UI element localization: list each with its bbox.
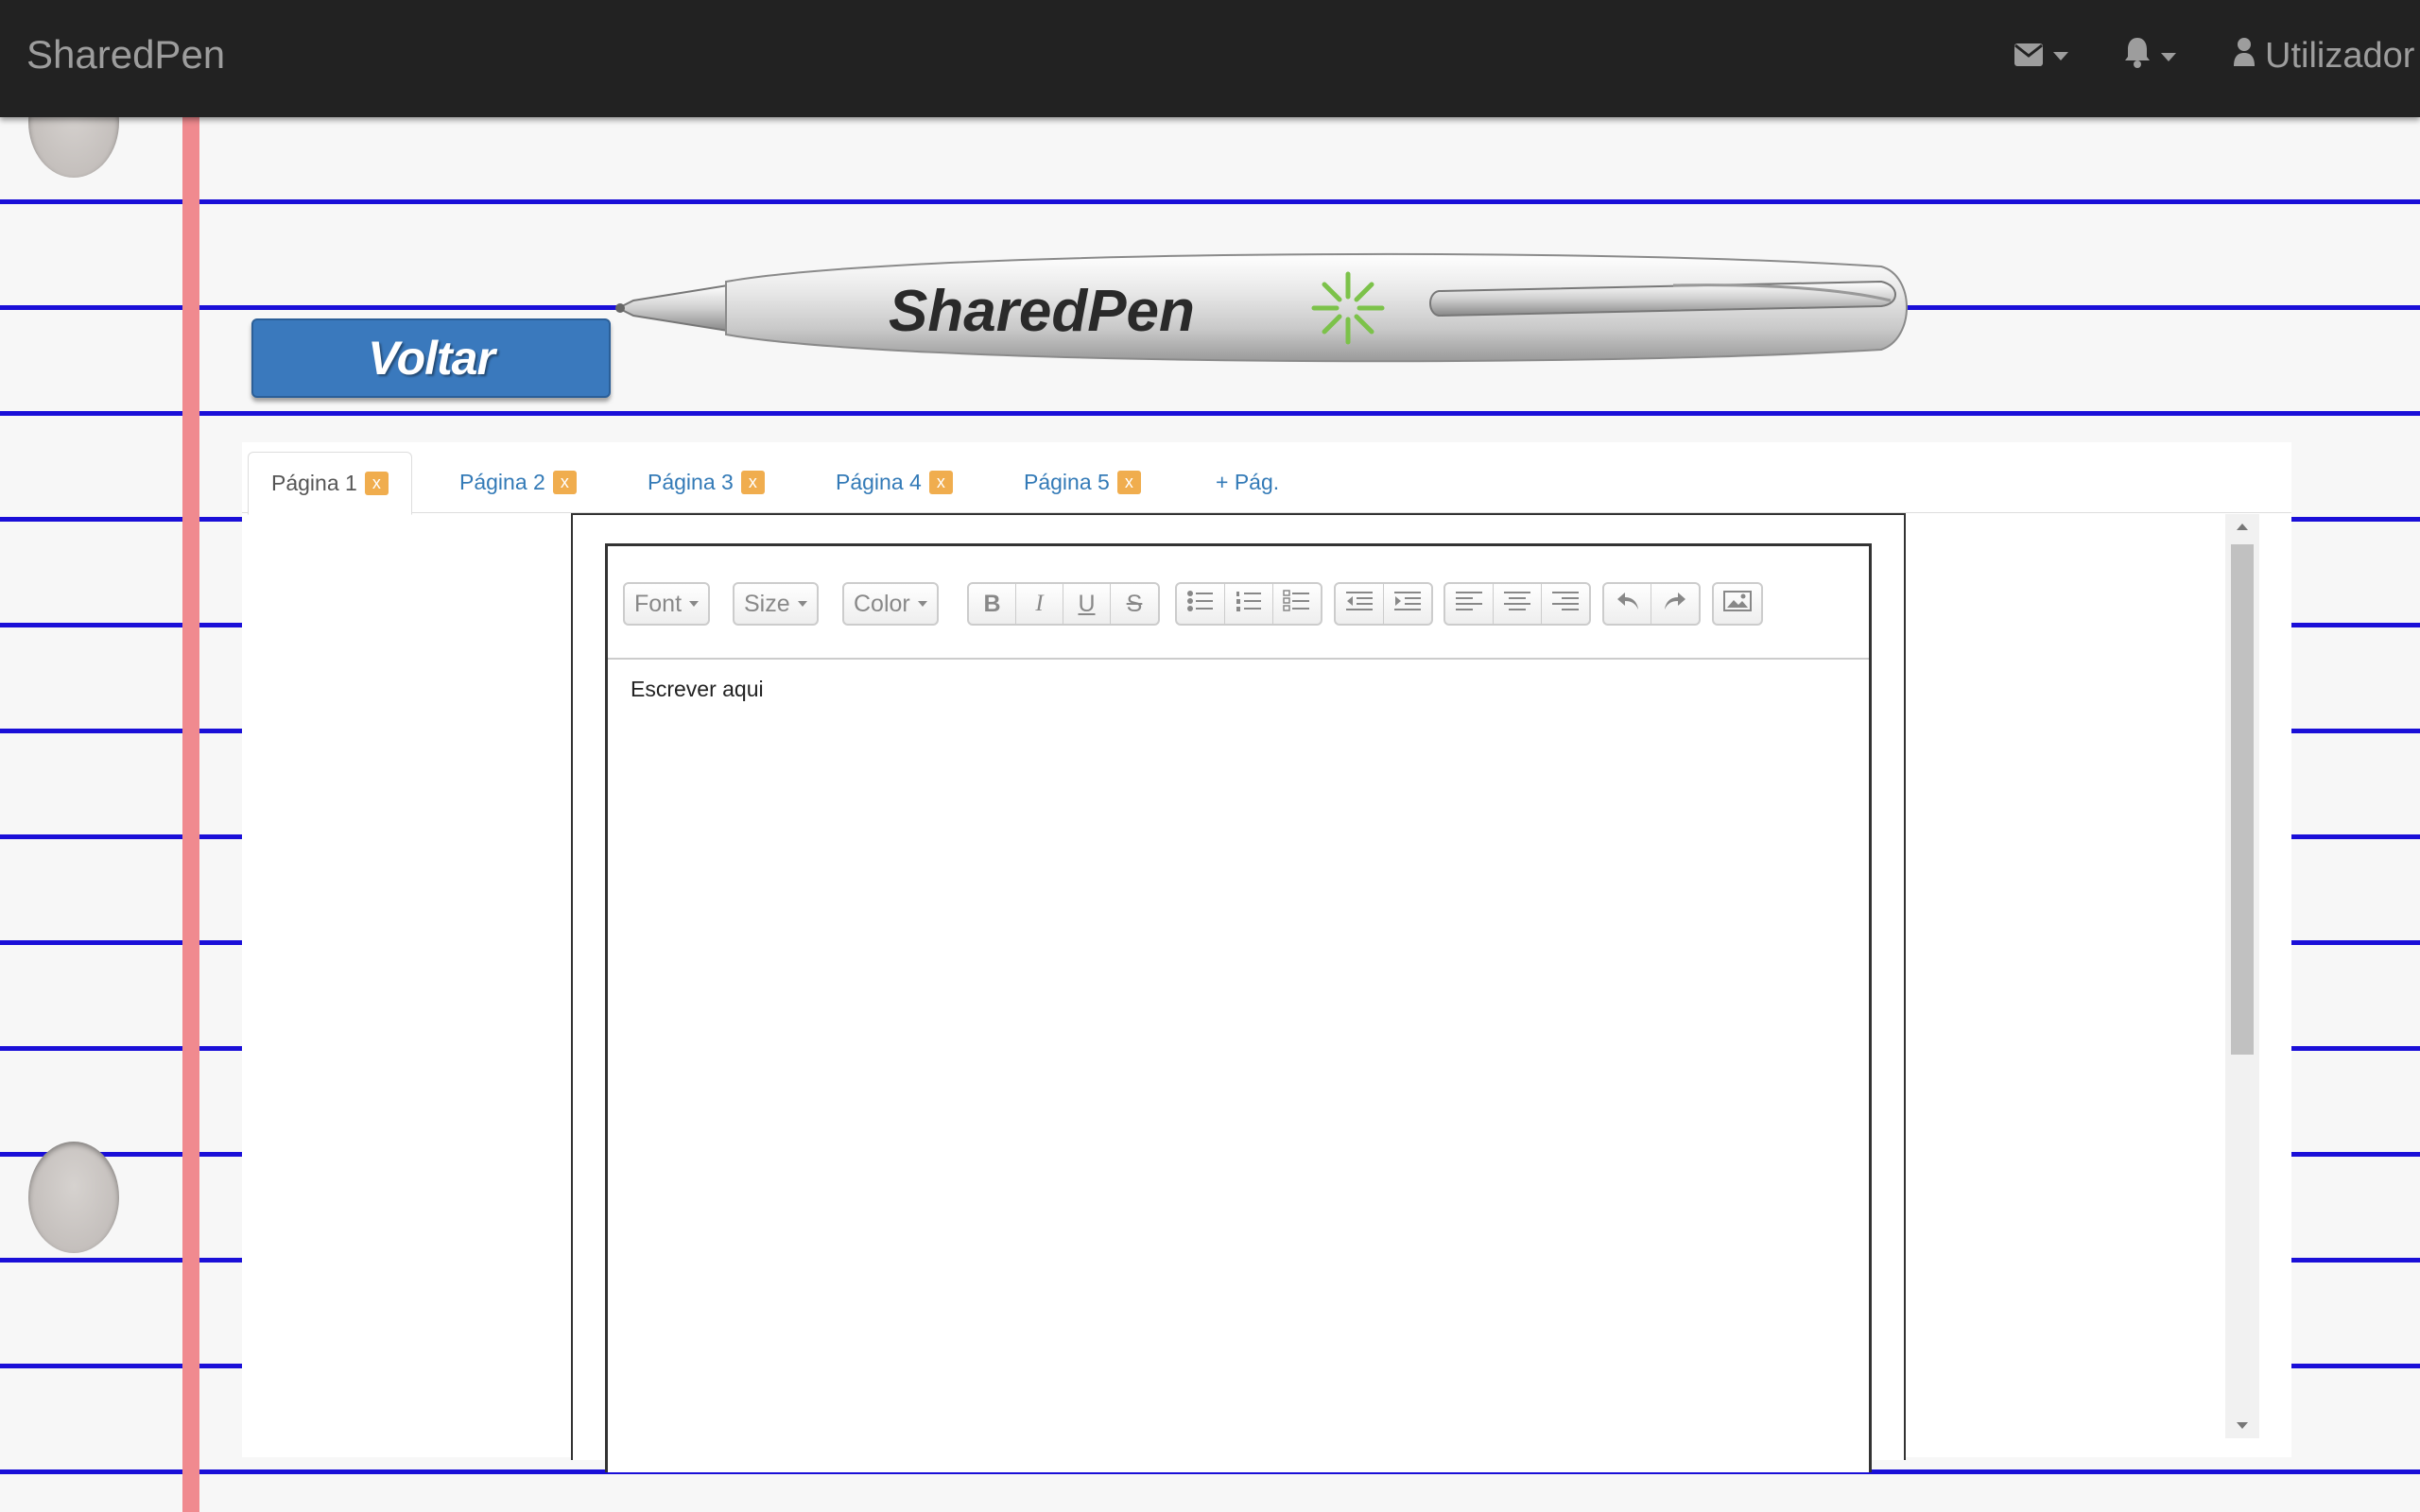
tab-label: Página 5 xyxy=(1024,469,1110,494)
brand-link[interactable]: SharedPen xyxy=(26,32,225,77)
tab-page-4[interactable]: Página 4 x xyxy=(813,452,976,512)
tab-label: Página 4 xyxy=(836,469,922,494)
indent-group xyxy=(1334,582,1433,626)
insert-image-button[interactable] xyxy=(1714,584,1761,624)
messages-dropdown[interactable] xyxy=(2014,36,2068,77)
editor-panel: Página 1 x Página 2 x Página 3 x Página … xyxy=(242,442,2291,1472)
list-group xyxy=(1175,582,1322,626)
logo-text: SharedPen xyxy=(889,279,1195,344)
page-tabs: Página 1 x Página 2 x Página 3 x Página … xyxy=(242,452,2291,515)
user-icon xyxy=(2233,36,2256,77)
chevron-down-icon xyxy=(2161,52,2176,61)
indent-icon xyxy=(1393,590,1422,619)
vertical-scrollbar[interactable] xyxy=(2225,514,2259,1438)
color-label: Color xyxy=(854,590,910,617)
close-tab-button[interactable]: x xyxy=(1116,470,1141,494)
align-left-button[interactable] xyxy=(1445,584,1494,624)
indent-button[interactable] xyxy=(1384,584,1431,624)
size-label: Size xyxy=(744,590,790,617)
align-center-icon xyxy=(1503,590,1531,619)
user-label: Utilizador xyxy=(2265,36,2415,76)
tab-label: Página 2 xyxy=(459,469,545,494)
align-center-button[interactable] xyxy=(1494,584,1542,624)
margin-line xyxy=(182,0,199,1512)
notifications-dropdown[interactable] xyxy=(2123,36,2176,77)
envelope-icon xyxy=(2014,36,2044,77)
bold-button[interactable]: B xyxy=(969,584,1016,624)
size-group: Size xyxy=(733,582,819,626)
tab-page-3[interactable]: Página 3 x xyxy=(625,452,787,512)
scroll-up-icon[interactable] xyxy=(2237,524,2248,530)
tab-label: Página 1 xyxy=(271,471,357,495)
checklist-button[interactable] xyxy=(1273,584,1321,624)
ruling-line xyxy=(0,199,2420,204)
undo-button[interactable] xyxy=(1604,584,1651,624)
align-right-icon xyxy=(1551,590,1580,619)
align-group xyxy=(1443,582,1591,626)
ruling-line xyxy=(0,411,2420,416)
binder-hole xyxy=(28,1142,119,1253)
strikethrough-button[interactable]: S xyxy=(1111,584,1158,624)
close-tab-button[interactable]: x xyxy=(364,472,389,495)
image-group xyxy=(1712,582,1763,626)
chevron-down-icon xyxy=(917,601,927,607)
align-right-button[interactable] xyxy=(1542,584,1589,624)
sharedpen-logo: SharedPen xyxy=(614,244,1919,370)
bullet-list-icon xyxy=(1186,590,1215,619)
chevron-down-icon xyxy=(689,601,700,607)
font-group: Font xyxy=(623,582,711,626)
close-tab-button[interactable]: x xyxy=(740,470,765,494)
chevron-down-icon xyxy=(797,601,807,607)
color-dropdown[interactable]: Color xyxy=(844,584,937,624)
font-label: Font xyxy=(634,590,683,617)
wysiwyg-editor: Font Size Color B I U S Escrever aqui xyxy=(605,543,1872,1472)
underline-button[interactable]: U xyxy=(1063,584,1111,624)
color-group: Color xyxy=(842,582,939,626)
editor-content[interactable]: Escrever aqui xyxy=(631,677,764,702)
tab-label: Página 3 xyxy=(648,469,734,494)
numbered-list-button[interactable] xyxy=(1225,584,1273,624)
tab-page-1[interactable]: Página 1 x xyxy=(248,452,412,515)
bell-icon xyxy=(2123,36,2152,77)
style-group: B I U S xyxy=(967,582,1160,626)
tab-page-2[interactable]: Página 2 x xyxy=(437,452,599,512)
outdent-icon xyxy=(1345,590,1374,619)
image-icon xyxy=(1723,590,1752,619)
add-page-tab[interactable]: + Pág. xyxy=(1193,452,1302,512)
outdent-button[interactable] xyxy=(1336,584,1384,624)
checklist-icon xyxy=(1283,589,1311,619)
history-group xyxy=(1602,582,1701,626)
redo-button[interactable] xyxy=(1651,584,1699,624)
back-button[interactable]: Voltar xyxy=(251,318,611,398)
user-dropdown[interactable]: Utilizador xyxy=(2233,36,2420,77)
redo-icon xyxy=(1663,591,1687,618)
scroll-down-icon[interactable] xyxy=(2237,1422,2248,1429)
scrollbar-thumb[interactable] xyxy=(2231,544,2254,1055)
font-dropdown[interactable]: Font xyxy=(625,584,708,624)
numbered-list-icon xyxy=(1235,590,1263,619)
size-dropdown[interactable]: Size xyxy=(735,584,817,624)
top-navbar: SharedPen Utilizador xyxy=(0,0,2420,117)
page-frame: Font Size Color B I U S Escrever aqui xyxy=(571,513,1906,1472)
align-left-icon xyxy=(1455,590,1483,619)
close-tab-button[interactable]: x xyxy=(928,470,953,494)
italic-button[interactable]: I xyxy=(1016,584,1063,624)
close-tab-button[interactable]: x xyxy=(552,470,577,494)
bullet-list-button[interactable] xyxy=(1177,584,1225,624)
tab-page-5[interactable]: Página 5 x xyxy=(1001,452,1164,512)
chevron-down-icon xyxy=(2053,52,2068,60)
editor-toolbar: Font Size Color B I U S xyxy=(608,546,1869,660)
undo-icon xyxy=(1616,591,1640,618)
